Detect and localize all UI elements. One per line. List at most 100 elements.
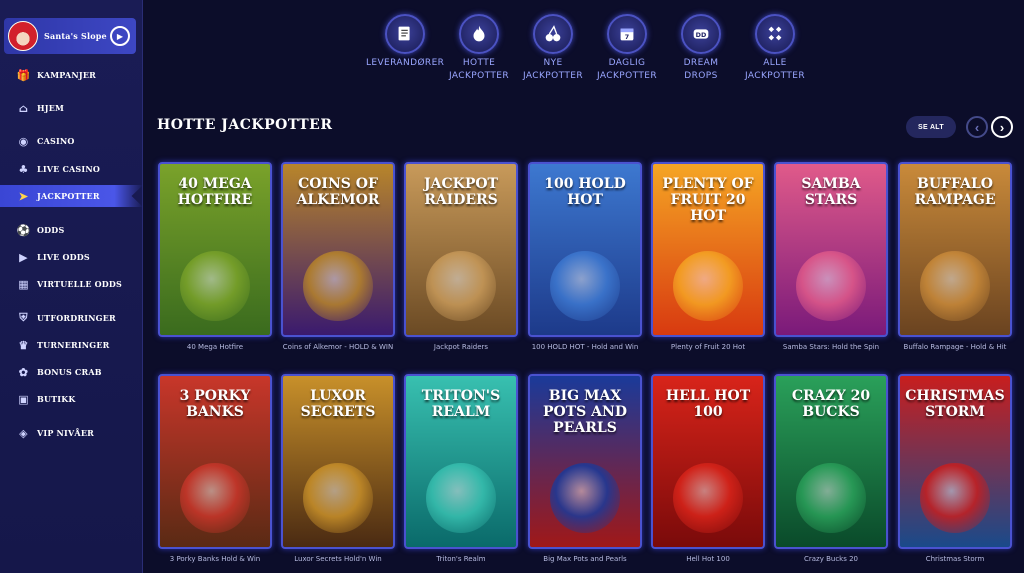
vip-icon: ◈ — [19, 426, 28, 440]
game-card[interactable]: TRITON'S REALM Triton's Realm — [404, 374, 518, 563]
game-thumbnail[interactable]: LUXOR SECRETS — [281, 374, 395, 549]
game-caption: Samba Stars: Hold the Spin — [782, 343, 880, 351]
game-caption: Crazy Bucks 20 — [803, 555, 859, 563]
game-card[interactable]: SAMBA STARS Samba Stars: Hold the Spin — [774, 162, 888, 351]
dream-drops-icon: DD — [681, 14, 721, 54]
game-caption: Buffalo Rampage - Hold & Hit — [903, 343, 1007, 351]
sidebar-item-turneringer[interactable]: ♛ TURNERINGER — [0, 334, 143, 356]
sidebar-item-live-odds[interactable]: ▶ LIVE ODDS — [0, 246, 143, 268]
game-logo-title: 40 MEGA HOTFIRE — [177, 176, 253, 208]
game-logo-title: LUXOR SECRETS — [300, 388, 376, 420]
sidebar-item-jackpotter[interactable]: ➤ JACKPOTTER — [0, 185, 143, 207]
user-profile-card[interactable]: Santa's Slope ▶ — [4, 18, 136, 54]
grid-icon — [755, 14, 795, 54]
game-caption: Jackpot Raiders — [433, 343, 489, 351]
game-thumbnail[interactable]: 100 HOLD HOT — [528, 162, 642, 337]
game-artwork — [303, 463, 373, 533]
game-caption: Coins of Alkemor - HOLD & WIN — [282, 343, 394, 351]
sidebar-item-label: VIP NIVÅER — [37, 428, 94, 438]
game-thumbnail[interactable]: BIG MAX POTS AND PEARLS — [528, 374, 642, 549]
play-icon[interactable]: ▶ — [110, 26, 130, 46]
section-title: HOTTE JACKPOTTER — [157, 117, 333, 133]
game-card[interactable]: BIG MAX POTS AND PEARLS Big Max Pots and … — [528, 374, 642, 563]
sidebar-item-label: TURNERINGER — [37, 340, 110, 350]
cherries-icon — [533, 14, 573, 54]
game-card[interactable]: BUFFALO RAMPAGE Buffalo Rampage - Hold & … — [898, 162, 1012, 351]
category-hotte-jackpotter[interactable]: HOTTE JACKPOTTER — [440, 14, 518, 83]
category-label: NYE — [543, 58, 563, 68]
category-dream-drops[interactable]: DD DREAM DROPS — [662, 14, 740, 83]
game-logo-title: JACKPOT RAIDERS — [424, 176, 498, 208]
sidebar-item-vip-nivaer[interactable]: ◈ VIP NIVÅER — [0, 422, 143, 444]
category-nye-jackpotter[interactable]: NYE JACKPOTTER — [514, 14, 592, 83]
game-thumbnail[interactable]: JACKPOT RAIDERS — [404, 162, 518, 337]
svg-text:DD: DD — [696, 31, 707, 39]
game-thumbnail[interactable]: CHRISTMAS STORM — [898, 374, 1012, 549]
category-leverandorer[interactable]: LEVERANDØRER — [366, 14, 444, 70]
game-card[interactable]: 3 PORKY BANKS 3 Porky Banks Hold & Win — [158, 374, 272, 563]
game-logo-title: 3 PORKY BANKS — [179, 388, 251, 420]
sidebar-item-utfordringer[interactable]: ⛨ UTFORDRINGER — [0, 307, 143, 329]
trophy-icon: ♛ — [18, 338, 29, 352]
game-caption: 40 Mega Hotfire — [186, 343, 244, 351]
game-logo-title: HELL HOT 100 — [665, 388, 751, 420]
category-alle-jackpotter[interactable]: ALLE JACKPOTTER — [736, 14, 814, 83]
game-card[interactable]: 40 MEGA HOTFIRE 40 Mega Hotfire — [158, 162, 272, 351]
game-artwork — [303, 251, 373, 321]
game-card[interactable]: CHRISTMAS STORM Christmas Storm — [898, 374, 1012, 563]
game-thumbnail[interactable]: 40 MEGA HOTFIRE — [158, 162, 272, 337]
sidebar-item-live-casino[interactable]: ♣ LIVE CASINO — [0, 158, 143, 180]
sidebar-item-hjem[interactable]: ⌂ HJEM — [0, 97, 143, 119]
game-thumbnail[interactable]: COINS OF ALKEMOR — [281, 162, 395, 337]
game-thumbnail[interactable]: 3 PORKY BANKS — [158, 374, 272, 549]
sidebar-item-bonus-crab[interactable]: ✿ BONUS CRAB — [0, 361, 143, 383]
sidebar-item-odds[interactable]: ⚽ ODDS — [0, 219, 143, 241]
game-caption: 3 Porky Banks Hold & Win — [169, 555, 261, 563]
category-label: JACKPOTTER — [523, 71, 583, 81]
casino-chip-icon: ◉ — [18, 134, 29, 148]
game-card[interactable]: HELL HOT 100 Hell Hot 100 — [651, 374, 765, 563]
game-thumbnail[interactable]: HELL HOT 100 — [651, 374, 765, 549]
game-card[interactable]: 100 HOLD HOT 100 HOLD HOT - Hold and Win — [528, 162, 642, 351]
sidebar-item-virtuelle-odds[interactable]: ▦ VIRTUELLE ODDS — [0, 273, 143, 295]
chevron-left-icon[interactable]: ‹ — [966, 116, 988, 138]
game-thumbnail[interactable]: PLENTY OF FRUIT 20 HOT — [651, 162, 765, 337]
game-artwork — [550, 251, 620, 321]
game-logo-title: 100 HOLD HOT — [544, 176, 626, 208]
sidebar-item-label: KAMPANJER — [37, 70, 96, 80]
chevron-right-icon[interactable]: › — [991, 116, 1013, 138]
game-logo-title: COINS OF ALKEMOR — [296, 176, 380, 208]
category-daglig-jackpotter[interactable]: 7 DAGLIG JACKPOTTER — [588, 14, 666, 83]
sidebar-item-label: BONUS CRAB — [37, 367, 102, 377]
game-artwork — [796, 251, 866, 321]
game-logo-title: CRAZY 20 BUCKS — [791, 388, 871, 420]
flame-icon — [459, 14, 499, 54]
game-logo-title: PLENTY OF FRUIT 20 HOT — [662, 176, 754, 224]
game-artwork — [426, 251, 496, 321]
game-card[interactable]: JACKPOT RAIDERS Jackpot Raiders — [404, 162, 518, 351]
sidebar-item-butikk[interactable]: ▣ BUTIKK — [0, 388, 143, 410]
game-card[interactable]: COINS OF ALKEMOR Coins of Alkemor - HOLD … — [281, 162, 395, 351]
category-label: JACKPOTTER — [745, 71, 805, 81]
game-card[interactable]: PLENTY OF FRUIT 20 HOT Plenty of Fruit 20… — [651, 162, 765, 351]
game-artwork — [796, 463, 866, 533]
game-artwork — [673, 463, 743, 533]
game-card[interactable]: CRAZY 20 BUCKS Crazy Bucks 20 — [774, 374, 888, 563]
game-thumbnail[interactable]: BUFFALO RAMPAGE — [898, 162, 1012, 337]
game-card[interactable]: LUXOR SECRETS Luxor Secrets Hold'n Win — [281, 374, 395, 563]
see-all-button[interactable]: SE ALT — [906, 116, 956, 138]
sidebar-item-label: CASINO — [37, 136, 75, 146]
game-thumbnail[interactable]: TRITON'S REALM — [404, 374, 518, 549]
sidebar-item-label: LIVE ODDS — [37, 252, 90, 262]
category-label: JACKPOTTER — [449, 71, 509, 81]
game-thumbnail[interactable]: CRAZY 20 BUCKS — [774, 374, 888, 549]
sidebar-item-label: ODDS — [37, 225, 65, 235]
sidebar-item-kampanjer[interactable]: 🎁 KAMPANJER — [0, 64, 143, 86]
game-caption: Big Max Pots and Pearls — [543, 555, 627, 563]
sidebar-item-label: BUTIKK — [37, 394, 76, 404]
game-thumbnail[interactable]: SAMBA STARS — [774, 162, 888, 337]
sidebar-item-label: UTFORDRINGER — [37, 313, 116, 323]
game-artwork — [180, 251, 250, 321]
game-artwork — [550, 463, 620, 533]
sidebar-item-casino[interactable]: ◉ CASINO — [0, 130, 143, 152]
